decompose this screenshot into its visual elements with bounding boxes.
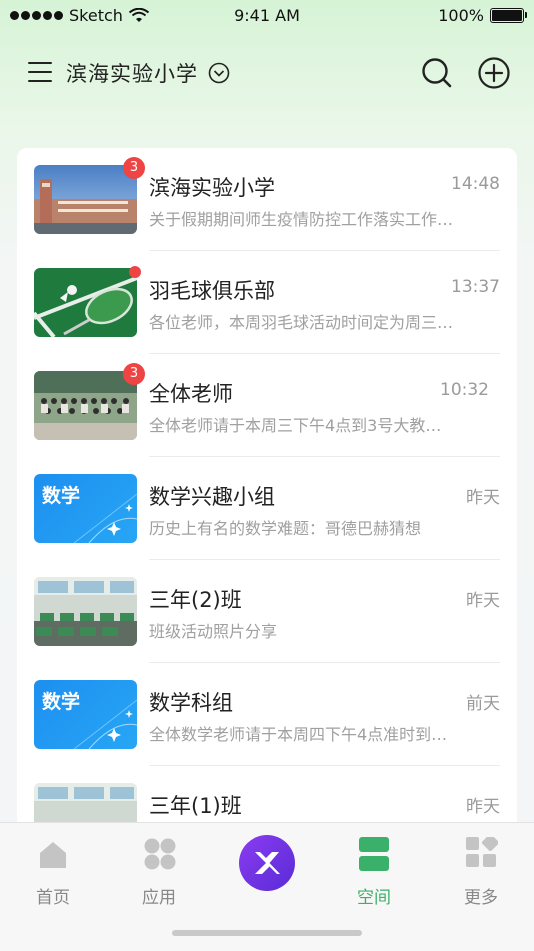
tab-home[interactable]: 首页 [13, 835, 93, 908]
add-icon[interactable] [477, 56, 511, 90]
tab-label: 更多 [464, 888, 498, 908]
chat-time: 昨天 [466, 797, 500, 817]
chat-time: 前天 [466, 694, 500, 714]
chat-time: 昨天 [466, 488, 500, 508]
math-cover: 数学 [34, 474, 137, 543]
tab-space[interactable]: 空间 [334, 835, 414, 908]
battery-icon [490, 8, 527, 23]
home-indicator [172, 930, 362, 936]
list-item[interactable]: 3 全体老师 10:32 全体老师请于本周三下午4点到3号大教… [17, 354, 517, 457]
chat-preview: 各位老师，本周羽毛球活动时间定为周三… [149, 313, 454, 332]
chat-title: 全体老师 [149, 382, 233, 406]
list-item[interactable]: 数学 数学科组 前天 全体数学老师请于本周四下午4点准时到… [17, 663, 517, 766]
x-logo-icon [255, 852, 280, 874]
chat-preview: 历史上有名的数学难题：哥德巴赫猜想 [149, 519, 422, 538]
classroom-photo [34, 577, 137, 646]
list-item[interactable]: 3 滨海实验小学 14:48 关于假期期间师生疫情防控工作落实工作… [17, 148, 517, 251]
tab-more[interactable]: 更多 [441, 835, 521, 908]
chat-preview: 全体数学老师请于本周四下午4点准时到… [149, 725, 448, 744]
chat-title: 数学兴趣小组 [149, 485, 275, 509]
menu-button[interactable] [28, 60, 52, 84]
tab-apps[interactable]: 应用 [119, 835, 199, 908]
chat-title: 滨海实验小学 [149, 176, 275, 200]
space-icon [359, 837, 389, 871]
conversation-list: 3 滨海实验小学 14:48 关于假期期间师生疫情防控工作落实工作… 羽毛球俱乐… [17, 148, 517, 868]
chevron-down-icon[interactable] [208, 62, 230, 84]
chat-preview: 关于假期期间师生疫情防控工作落实工作… [149, 210, 454, 229]
battery-info: 100% [438, 6, 527, 25]
tab-label: 空间 [357, 888, 391, 908]
chat-time: 10:32 [440, 380, 489, 400]
tab-label: 首页 [36, 888, 70, 908]
chat-time: 昨天 [466, 591, 500, 611]
school-selector[interactable]: 滨海实验小学 [66, 58, 198, 88]
unread-dot [129, 266, 141, 278]
center-action-button[interactable] [239, 835, 295, 891]
home-icon [40, 842, 66, 868]
teachers-group-photo [34, 371, 137, 440]
apps-icon [144, 838, 176, 870]
chat-time: 13:37 [451, 277, 500, 297]
school-building-photo [34, 165, 137, 234]
unread-badge: 3 [123, 363, 145, 385]
top-navigation: 滨海实验小学 [0, 50, 534, 94]
chat-preview: 全体老师请于本周三下午4点到3号大教… [149, 416, 442, 435]
chat-title: 三年(2)班 [149, 588, 242, 612]
status-bar: Sketch 9:41 AM 100% [0, 0, 534, 32]
chat-title: 数学科组 [149, 691, 233, 715]
chat-preview: 班级活动照片分享 [149, 622, 278, 641]
list-item[interactable]: 三年(2)班 昨天 班级活动照片分享 [17, 560, 517, 663]
unread-badge: 3 [123, 157, 145, 179]
more-icon [466, 837, 498, 867]
chat-title: 三年(1)班 [149, 794, 242, 818]
list-item[interactable]: 羽毛球俱乐部 13:37 各位老师，本周羽毛球活动时间定为周三… [17, 251, 517, 354]
search-icon[interactable] [420, 56, 454, 90]
chat-time: 14:48 [451, 174, 500, 194]
battery-percent: 100% [438, 6, 484, 25]
list-item[interactable]: 数学 数学兴趣小组 昨天 历史上有名的数学难题：哥德巴赫猜想 [17, 457, 517, 560]
chat-title: 羽毛球俱乐部 [149, 279, 275, 303]
badminton-photo [34, 268, 137, 337]
tab-label: 应用 [142, 888, 176, 908]
math-cover: 数学 [34, 680, 137, 749]
battery-level [492, 10, 522, 21]
